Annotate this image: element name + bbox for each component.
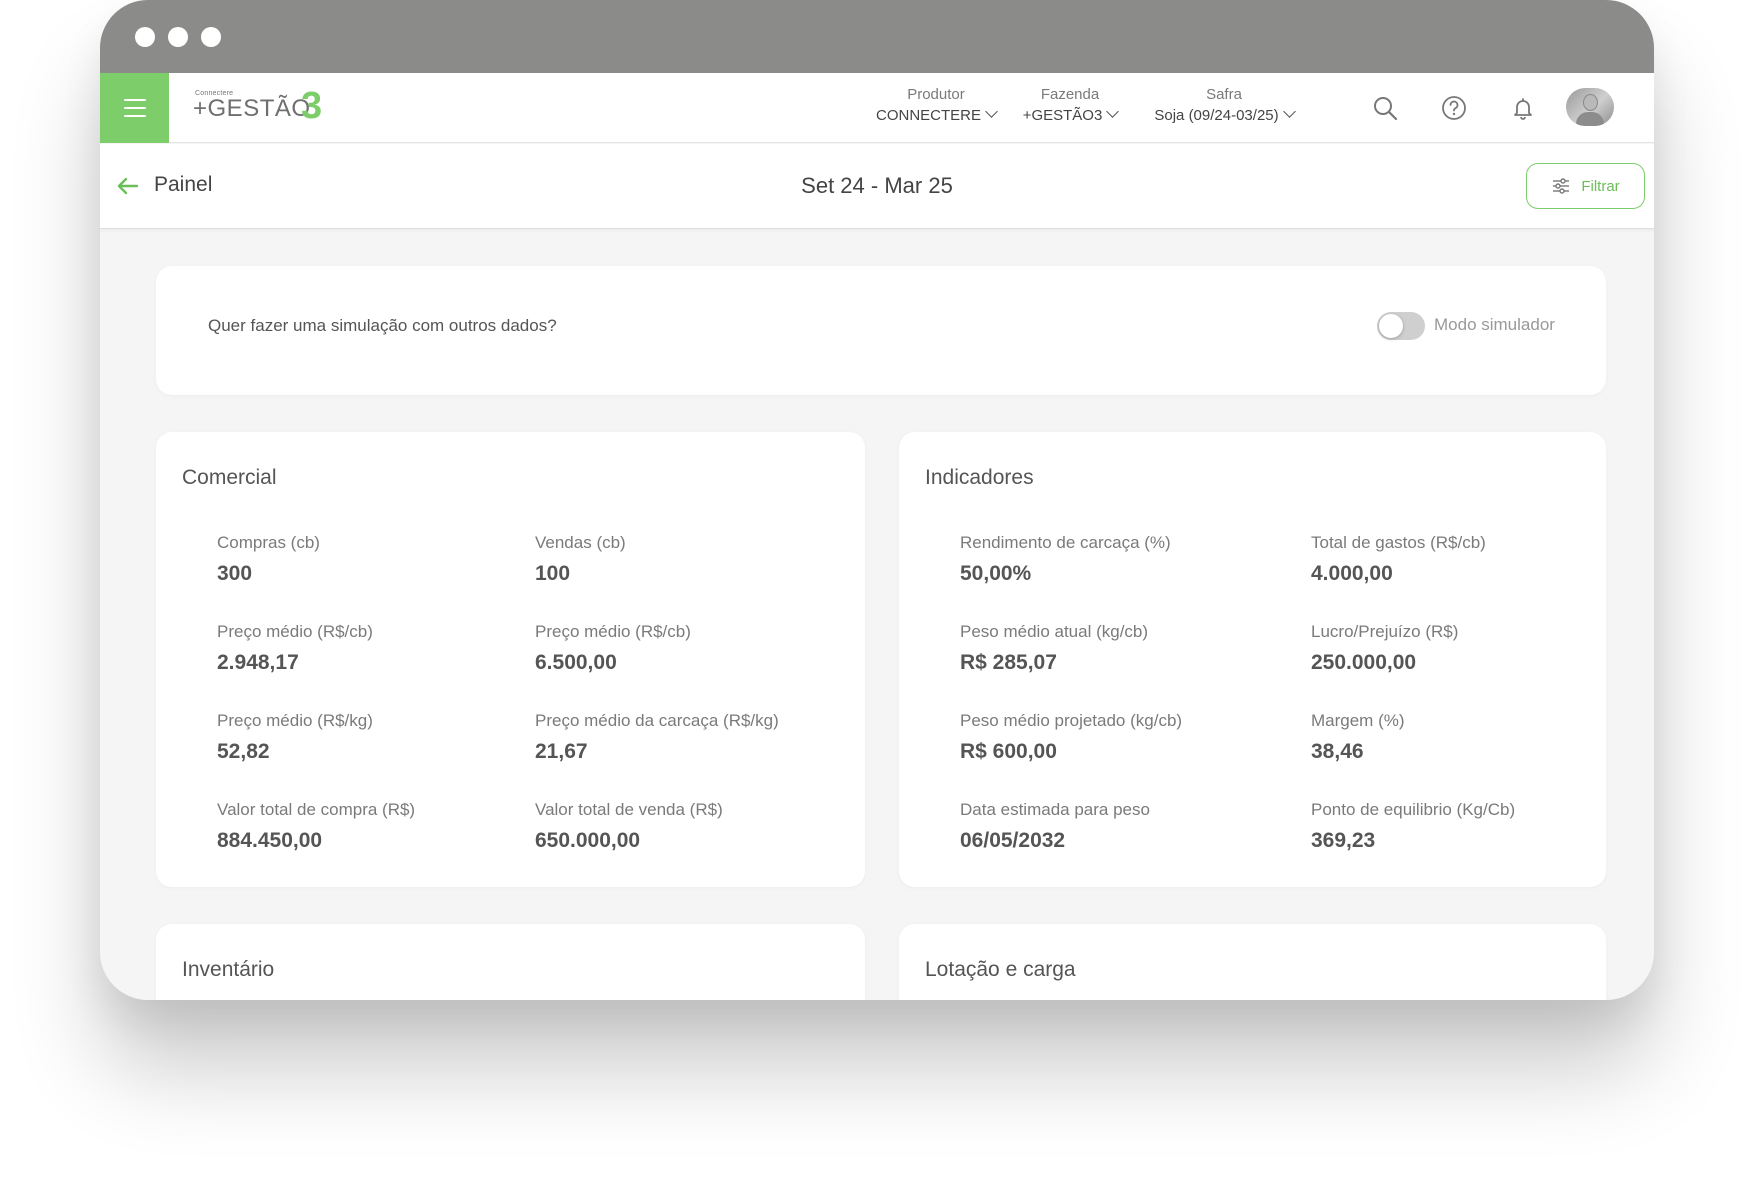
avatar-head [1583,94,1598,111]
metric-rendimento-carcaca: Rendimento de carcaça (%) 50,00% [960,532,1171,588]
app-header: Connectere +GESTÃO 3 Produtor CONNECTERE… [100,73,1654,143]
metric-data-estimada: Data estimada para peso 06/05/2032 [960,799,1150,855]
period-label: Set 24 - Mar 25 [801,173,953,198]
metric-value: 06/05/2032 [960,829,1066,852]
selector-safra[interactable]: Safra Soja (09/24-03/25) [1144,85,1304,127]
metric-value: 884.450,00 [217,829,323,852]
selector-fazenda[interactable]: Fazenda +GESTÃO3 [1020,85,1120,127]
logo-text: +GESTÃO [193,95,311,122]
window-dot-minimize[interactable] [168,27,188,47]
logo-number: 3 [301,85,323,127]
metric-value: 650.000,00 [535,829,641,852]
indicadores-title: Indicadores [925,466,1034,489]
bell-icon[interactable] [1508,93,1538,123]
metric-value: 38,46 [1311,740,1364,763]
metric-label: Peso médio atual (kg/cb) [960,622,1149,641]
metric-label: Lucro/Prejuízo (R$) [1311,622,1459,641]
window-titlebar [100,0,1654,73]
metric-value: 52,82 [217,740,270,763]
metric-label: Preço médio da carcaça (R$/kg) [535,711,779,730]
metric-peso-medio-atual: Peso médio atual (kg/cb) R$ 285,07 [960,621,1148,677]
simulation-card: Quer fazer uma simulação com outros dado… [156,266,1606,395]
metric-label: Preço médio (R$/cb) [535,622,691,641]
metric-value: 4.000,00 [1311,562,1393,585]
metric-label: Peso médio projetado (kg/cb) [960,711,1183,730]
metric-label: Total de gastos (R$/cb) [1311,533,1486,552]
metric-label: Vendas (cb) [535,533,626,552]
metric-value: 6.500,00 [535,651,617,674]
metric-value: R$ 285,07 [960,651,1057,674]
filter-button-label: Filtrar [1581,177,1620,195]
help-icon[interactable] [1439,93,1469,123]
metric-label: Preço médio (R$/cb) [217,622,373,641]
chevron-down-icon [985,105,998,118]
page-subheader: Painel Set 24 - Mar 25 Filtrar [100,144,1654,229]
browser-window: Connectere +GESTÃO 3 Produtor CONNECTERE… [100,0,1654,1000]
selector-value: CONNECTERE [876,107,982,124]
inventario-title: Inventário [182,958,275,981]
selector-label: Fazenda [1040,86,1100,103]
comercial-card: Comercial Compras (cb) 300 Vendas (cb) 1… [156,432,865,887]
sliders-icon [1553,178,1570,194]
metric-valor-total-venda: Valor total de venda (R$) 650.000,00 [535,799,723,855]
metric-vendas: Vendas (cb) 100 [535,532,626,588]
toggle-knob [1379,314,1403,338]
avatar[interactable] [1566,88,1614,126]
metric-label: Compras (cb) [217,533,320,552]
metric-label: Ponto de equilibrio (Kg/Cb) [1311,800,1516,819]
simulator-toggle[interactable] [1377,312,1425,340]
metric-label: Valor total de compra (R$) [217,800,416,819]
metric-value: 250.000,00 [1311,651,1417,674]
back-arrow-icon[interactable] [116,174,140,198]
metric-margem: Margem (%) 38,46 [1311,710,1405,766]
simulator-toggle-label[interactable]: Modo simulador [1434,315,1555,335]
metric-value: 300 [217,562,253,585]
metric-value: 369,23 [1311,829,1376,852]
window-dot-close[interactable] [135,27,155,47]
indicadores-card: Indicadores Rendimento de carcaça (%) 50… [899,432,1606,887]
metric-preco-medio-carcaca: Preço médio da carcaça (R$/kg) 21,67 [535,710,779,766]
metric-value: 100 [535,562,571,585]
selector-value: +GESTÃO3 [1022,107,1103,124]
selector-label: Produtor [907,86,965,103]
metric-label: Preço médio (R$/kg) [217,711,373,730]
inventario-card: Inventário [156,924,865,1000]
filter-button[interactable]: Filtrar [1526,163,1645,209]
metric-label: Rendimento de carcaça (%) [960,533,1171,552]
metric-label: Data estimada para peso [960,800,1150,819]
avatar-body [1576,112,1604,126]
search-icon[interactable] [1370,93,1400,123]
metric-preco-medio-kg: Preço médio (R$/kg) 52,82 [217,710,373,766]
screenshot-stage: Connectere +GESTÃO 3 Produtor CONNECTERE… [0,0,1754,1199]
selector-value: Soja (09/24-03/25) [1154,107,1279,124]
page-title: Painel [154,173,213,196]
window-dot-maximize[interactable] [201,27,221,47]
simulation-question: Quer fazer uma simulação com outros dado… [208,316,557,335]
lotacao-card: Lotação e carga [899,924,1606,1000]
metric-valor-total-compra: Valor total de compra (R$) 884.450,00 [217,799,415,855]
metric-value: 21,67 [535,740,588,763]
metric-total-gastos: Total de gastos (R$/cb) 4.000,00 [1311,532,1486,588]
hamburger-icon [123,99,146,117]
metric-peso-medio-projetado: Peso médio projetado (kg/cb) R$ 600,00 [960,710,1182,766]
metric-lucro-prejuizo: Lucro/Prejuízo (R$) 250.000,00 [1311,621,1458,677]
metric-value: 2.948,17 [217,651,299,674]
lotacao-title: Lotação e carga [925,958,1076,981]
chevron-down-icon [1106,105,1120,118]
metric-value: 50,00% [960,562,1032,585]
selector-label: Safra [1206,86,1242,103]
metric-label: Valor total de venda (R$) [535,800,723,819]
selector-produtor[interactable]: Produtor CONNECTERE [876,85,998,127]
comercial-title: Comercial [182,466,277,489]
menu-button[interactable] [100,73,169,143]
metric-compras: Compras (cb) 300 [217,532,320,588]
metric-value: R$ 600,00 [960,740,1057,763]
metric-preco-medio-venda-cb: Preço médio (R$/cb) 6.500,00 [535,621,691,677]
chevron-down-icon [1282,105,1296,118]
logo[interactable]: Connectere +GESTÃO 3 [193,85,333,131]
metric-ponto-equilibrio: Ponto de equilibrio (Kg/Cb) 369,23 [1311,799,1515,855]
metric-label: Margem (%) [1311,711,1405,730]
metric-preco-medio-compra-cb: Preço médio (R$/cb) 2.948,17 [217,621,373,677]
